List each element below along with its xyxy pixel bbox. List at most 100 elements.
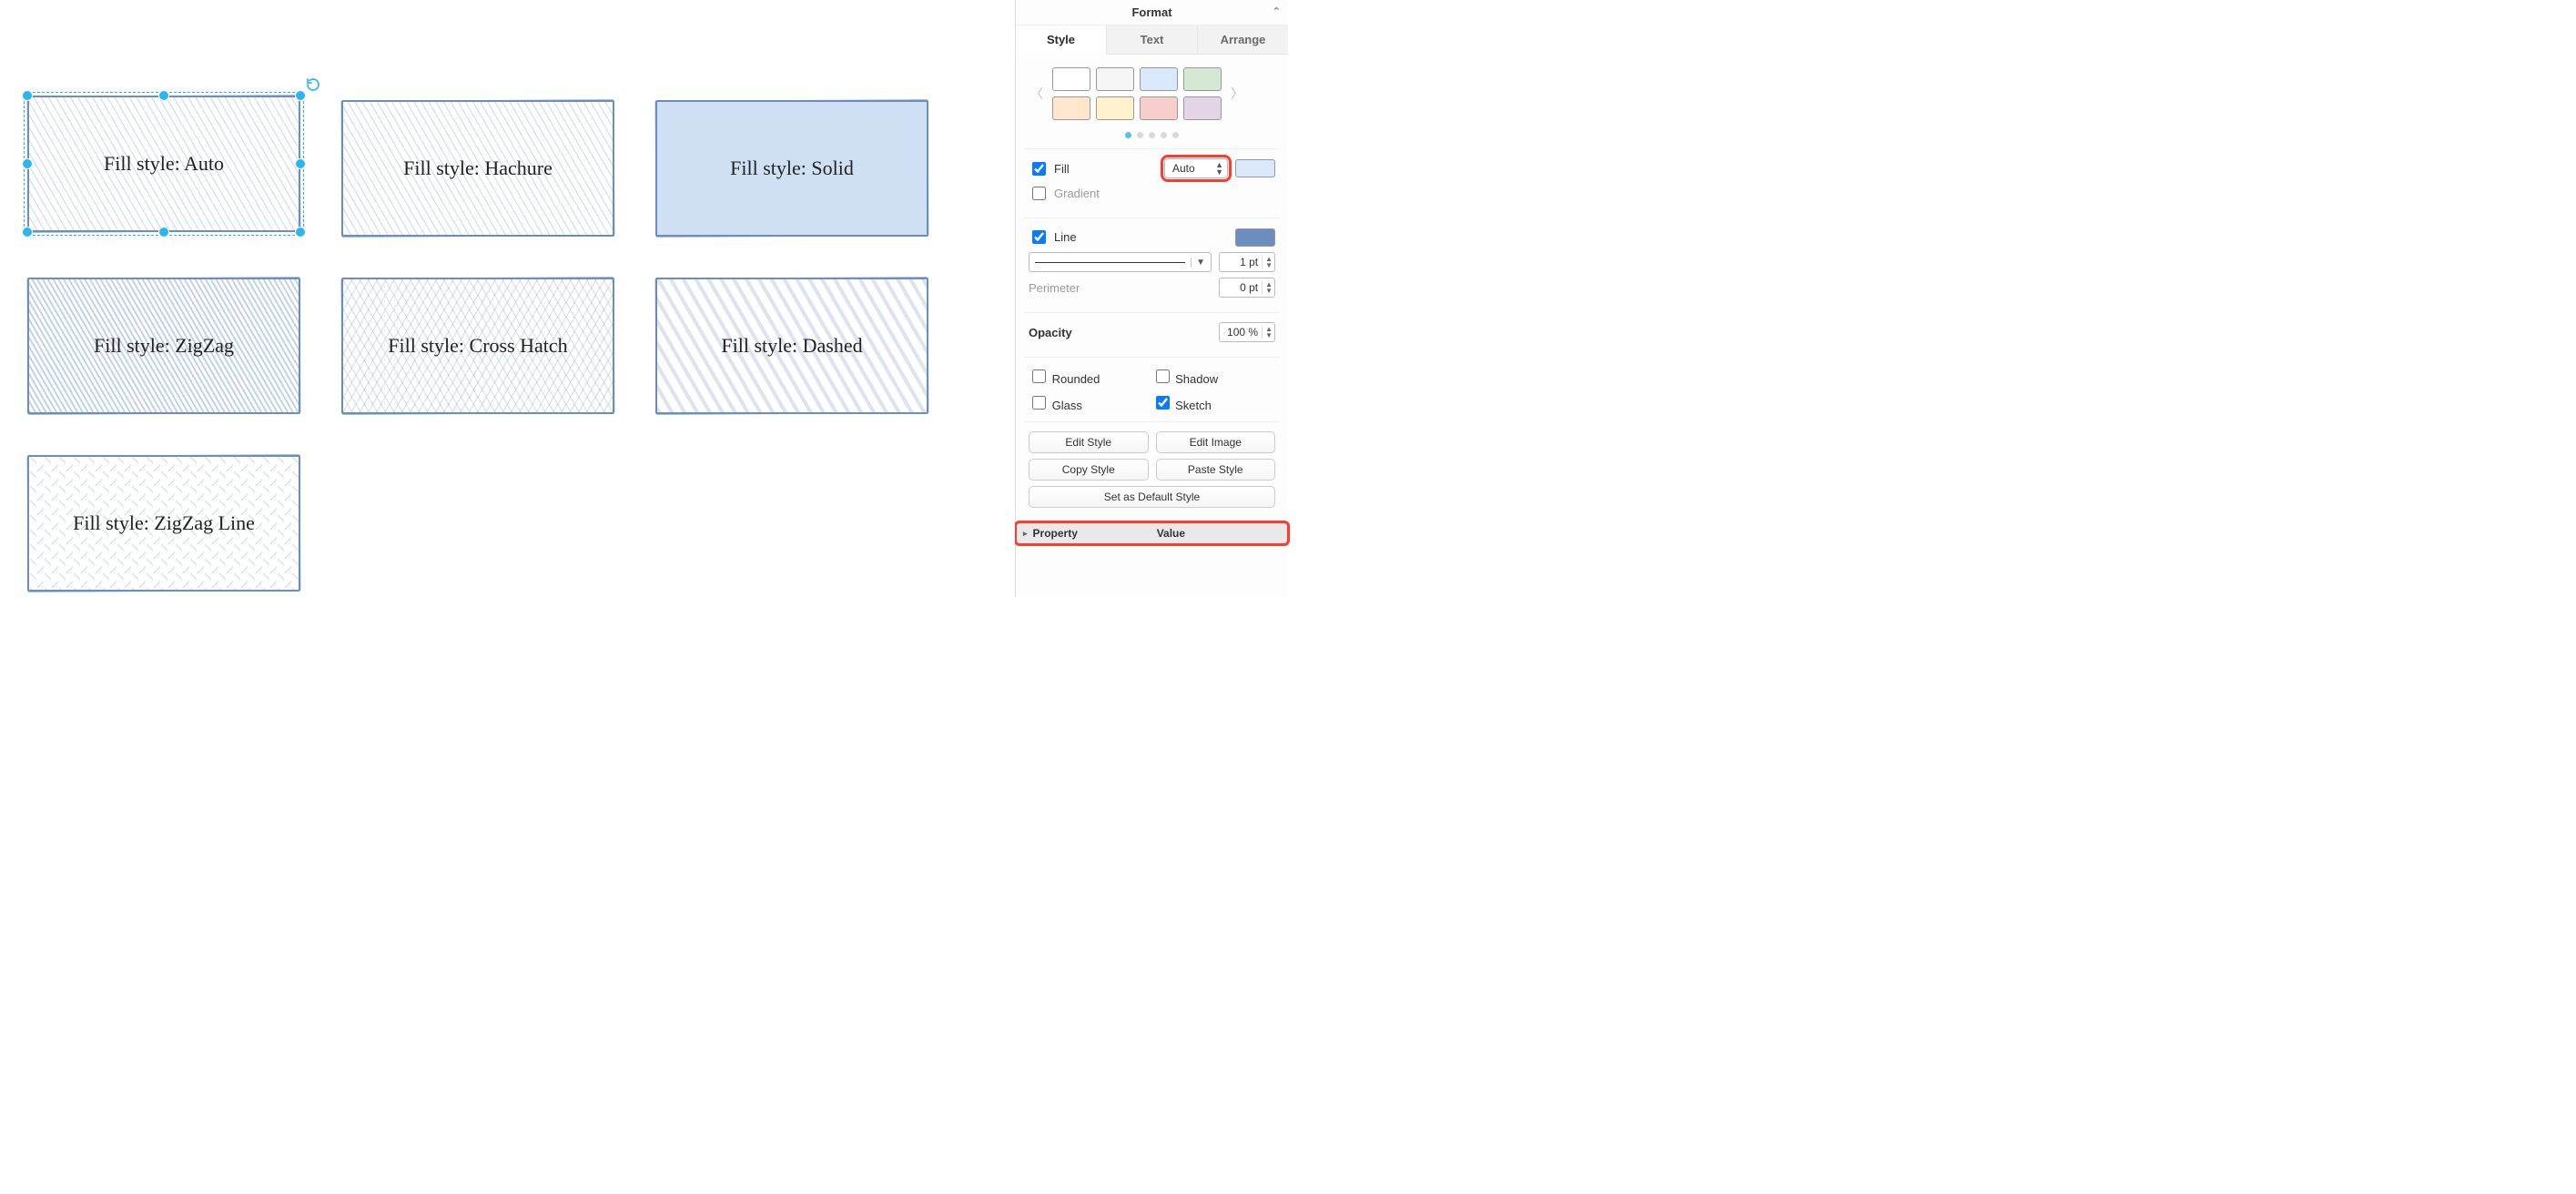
fill-style-select[interactable]: Auto ▲▼ bbox=[1164, 158, 1228, 178]
swatch-page-dot[interactable] bbox=[1172, 132, 1179, 138]
chevron-down-icon: ▼ bbox=[1191, 258, 1205, 268]
fill-checkbox[interactable] bbox=[1032, 162, 1046, 176]
style-swatch[interactable] bbox=[1052, 96, 1090, 120]
resize-handle[interactable] bbox=[22, 158, 33, 169]
diagram-shape[interactable]: Fill style: Solid bbox=[655, 100, 928, 237]
perimeter-value: 0 pt bbox=[1225, 281, 1262, 294]
style-swatch-palette: 〈 〉 bbox=[1025, 60, 1279, 124]
select-arrows-icon: ▲▼ bbox=[1215, 161, 1223, 176]
fill-label-text: Fill bbox=[1054, 162, 1070, 176]
perimeter-field[interactable]: 0 pt ▲▼ bbox=[1219, 278, 1275, 298]
shape-label: Fill style: Auto bbox=[104, 152, 224, 176]
sketch-checkbox-label[interactable]: Sketch bbox=[1152, 393, 1276, 412]
diagram-shape[interactable]: Fill style: ZigZag Line bbox=[27, 455, 300, 592]
format-panel: Format ⌃ Style Text Arrange 〈 〉 Fill bbox=[1015, 0, 1288, 597]
resize-handle[interactable] bbox=[158, 227, 169, 238]
line-width-value: 1 pt bbox=[1225, 256, 1262, 268]
swatch-page-dot[interactable] bbox=[1125, 132, 1131, 138]
diagram-shape[interactable]: Fill style: Dashed bbox=[655, 278, 928, 414]
collapse-icon[interactable]: ⌃ bbox=[1273, 5, 1281, 17]
opacity-label: Opacity bbox=[1029, 326, 1072, 339]
line-width-field[interactable]: 1 pt ▲▼ bbox=[1219, 252, 1275, 272]
style-swatch[interactable] bbox=[1183, 96, 1222, 120]
style-swatch[interactable] bbox=[1140, 96, 1178, 120]
tab-style[interactable]: Style bbox=[1016, 25, 1107, 55]
sketch-checkbox[interactable] bbox=[1156, 396, 1170, 410]
diagram-shape[interactable]: Fill style: Hachure bbox=[341, 100, 614, 237]
paste-style-button[interactable]: Paste Style bbox=[1156, 459, 1276, 481]
format-panel-header: Format ⌃ bbox=[1016, 0, 1288, 25]
tab-text[interactable]: Text bbox=[1107, 25, 1198, 54]
style-swatch[interactable] bbox=[1183, 67, 1222, 91]
shape-label: Fill style: Cross Hatch bbox=[388, 334, 567, 358]
shape-label: Fill style: ZigZag bbox=[94, 334, 234, 358]
diagram-shape[interactable]: Fill style: Auto bbox=[27, 96, 300, 232]
stepper-icon[interactable]: ▲▼ bbox=[1262, 326, 1273, 339]
gradient-checkbox[interactable] bbox=[1032, 187, 1046, 200]
shape-label: Fill style: Solid bbox=[730, 157, 854, 180]
stepper-icon[interactable]: ▲▼ bbox=[1262, 281, 1273, 294]
resize-handle[interactable] bbox=[295, 158, 306, 169]
shape-label: Fill style: Dashed bbox=[721, 334, 862, 358]
resize-handle[interactable] bbox=[295, 90, 306, 101]
opacity-value: 100 % bbox=[1225, 326, 1262, 339]
swatch-page-dot[interactable] bbox=[1161, 132, 1167, 138]
tab-arrange[interactable]: Arrange bbox=[1198, 25, 1288, 54]
shadow-checkbox[interactable] bbox=[1156, 369, 1170, 383]
rounded-checkbox-label[interactable]: Rounded bbox=[1029, 367, 1152, 386]
rounded-checkbox[interactable] bbox=[1032, 369, 1046, 383]
diagram-shape[interactable]: Fill style: Cross Hatch bbox=[341, 278, 614, 414]
line-color-well[interactable] bbox=[1235, 228, 1275, 247]
format-tabs: Style Text Arrange bbox=[1016, 25, 1288, 55]
property-column-header: Property bbox=[1033, 527, 1151, 540]
rotate-handle-icon[interactable] bbox=[306, 77, 320, 92]
style-swatch[interactable] bbox=[1096, 67, 1134, 91]
style-swatch[interactable] bbox=[1052, 67, 1090, 91]
fill-color-well[interactable] bbox=[1235, 159, 1275, 177]
fill-checkbox-label[interactable]: Fill bbox=[1029, 159, 1070, 178]
shape-flags-section: Rounded Shadow Glass Sketch bbox=[1025, 357, 1279, 421]
line-style-select[interactable]: ▼ bbox=[1029, 252, 1212, 272]
disclosure-triangle-icon[interactable]: ▸ bbox=[1023, 529, 1028, 539]
opacity-section: Opacity 100 % ▲▼ bbox=[1025, 312, 1279, 357]
glass-checkbox[interactable] bbox=[1032, 396, 1046, 410]
set-default-style-button[interactable]: Set as Default Style bbox=[1029, 486, 1275, 508]
copy-style-button[interactable]: Copy Style bbox=[1029, 459, 1149, 481]
shadow-label-text: Shadow bbox=[1175, 372, 1218, 386]
swatch-page-dot[interactable] bbox=[1149, 132, 1155, 138]
line-checkbox-label[interactable]: Line bbox=[1029, 228, 1077, 247]
rounded-label-text: Rounded bbox=[1052, 372, 1100, 386]
line-checkbox[interactable] bbox=[1032, 230, 1046, 244]
swatch-prev-icon[interactable]: 〈 bbox=[1029, 85, 1045, 103]
resize-handle[interactable] bbox=[295, 227, 306, 238]
line-label-text: Line bbox=[1054, 230, 1077, 244]
glass-checkbox-label[interactable]: Glass bbox=[1029, 393, 1152, 412]
shadow-checkbox-label[interactable]: Shadow bbox=[1152, 367, 1276, 386]
style-swatch[interactable] bbox=[1096, 96, 1134, 120]
stepper-icon[interactable]: ▲▼ bbox=[1262, 256, 1273, 268]
glass-label-text: Glass bbox=[1052, 399, 1082, 412]
swatch-next-icon[interactable]: 〉 bbox=[1229, 85, 1245, 103]
line-section: Line ▼ 1 pt ▲▼ Perimeter bbox=[1025, 218, 1279, 312]
style-actions-section: Edit Style Edit Image Copy Style Paste S… bbox=[1025, 421, 1279, 522]
diagram-shape[interactable]: Fill style: ZigZag bbox=[27, 278, 300, 414]
shape-label: Fill style: ZigZag Line bbox=[73, 511, 255, 535]
resize-handle[interactable] bbox=[22, 90, 33, 101]
edit-style-button[interactable]: Edit Style bbox=[1029, 431, 1149, 453]
resize-handle[interactable] bbox=[22, 227, 33, 238]
edit-image-button[interactable]: Edit Image bbox=[1156, 431, 1276, 453]
style-swatch[interactable] bbox=[1140, 67, 1178, 91]
swatch-page-dot[interactable] bbox=[1137, 132, 1143, 138]
fill-style-value: Auto bbox=[1172, 162, 1195, 175]
line-sample-icon bbox=[1035, 262, 1185, 263]
opacity-field[interactable]: 100 % ▲▼ bbox=[1219, 322, 1275, 342]
swatch-page-dots bbox=[1025, 124, 1279, 148]
format-panel-title: Format bbox=[1131, 5, 1171, 19]
shape-label: Fill style: Hachure bbox=[403, 157, 553, 180]
gradient-checkbox-label[interactable]: Gradient bbox=[1029, 184, 1100, 203]
fill-section: Fill Auto ▲▼ Gradient bbox=[1025, 148, 1279, 218]
property-table-header[interactable]: ▸ Property Value bbox=[1016, 522, 1288, 544]
perimeter-label: Perimeter bbox=[1029, 281, 1080, 295]
resize-handle[interactable] bbox=[158, 90, 169, 101]
diagram-canvas[interactable]: Fill style: Auto Fill style: Hachure Fill … bbox=[0, 0, 1015, 597]
